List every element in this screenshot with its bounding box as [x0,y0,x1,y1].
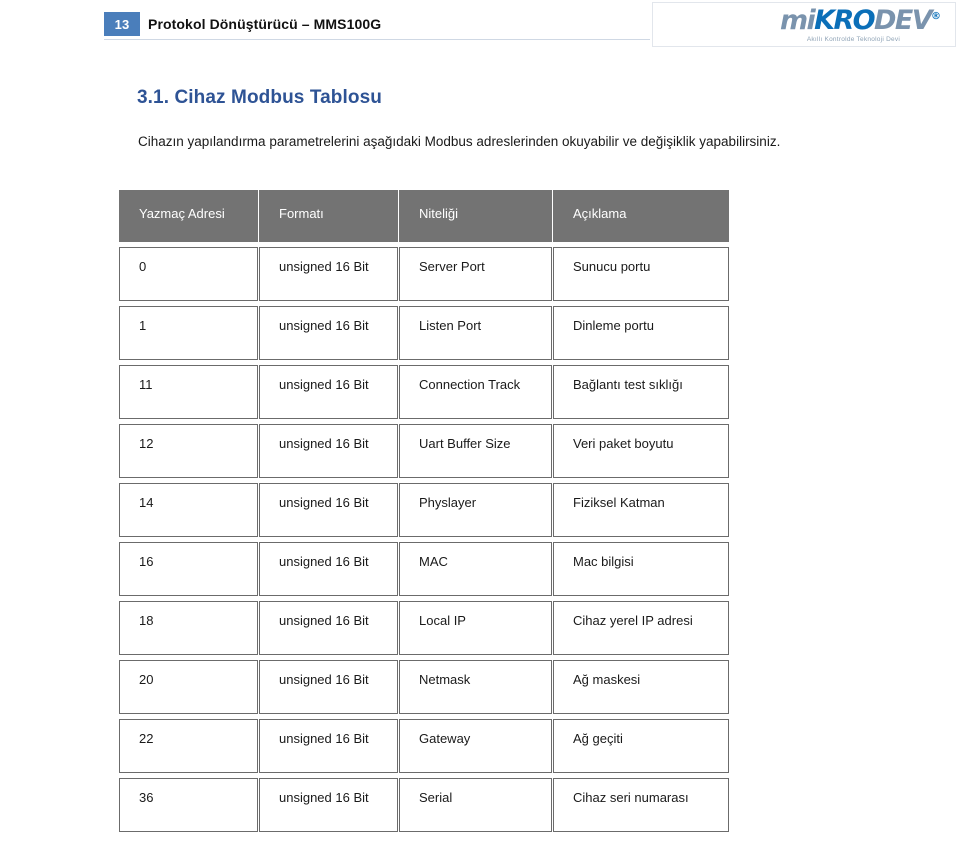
table-row: 18 unsigned 16 Bit Local IP Cihaz yerel IP … [119,601,729,655]
cell-format: unsigned 16 Bit [259,778,398,832]
table-header-row: Yazmaç Adresi Formatı Niteliği Açıklama [119,190,729,242]
cell-attribute: MAC [399,542,552,596]
cell-address: 22 [119,719,258,773]
cell-description: Dinleme portu [553,306,729,360]
cell-format: unsigned 16 Bit [259,424,398,478]
cell-description: Ağ maskesi [553,660,729,714]
cell-format: unsigned 16 Bit [259,660,398,714]
cell-description: Cihaz yerel IP adresi [553,601,729,655]
brand-logo: miKRODEV® Akıllı Kontrolde Teknoloji Dev… [780,7,941,44]
section-heading: 3.1. Cihaz Modbus Tablosu [137,87,382,108]
section-intro-text: Cihazın yapılandırma parametrelerini aşa… [138,133,781,149]
brand-wordmark: miKRODEV® [780,7,941,34]
registered-trademark-icon: ® [931,11,941,22]
cell-format: unsigned 16 Bit [259,719,398,773]
cell-format: unsigned 16 Bit [259,601,398,655]
cell-attribute: Server Port [399,247,552,301]
cell-description: Veri paket boyutu [553,424,729,478]
column-header-address: Yazmaç Adresi [119,190,258,242]
cell-format: unsigned 16 Bit [259,247,398,301]
table-row: 14 unsigned 16 Bit Physlayer Fiziksel Katma… [119,483,729,537]
table-body: 0 unsigned 16 Bit Server Port Sunucu portu 1… [119,247,729,832]
cell-address: 1 [119,306,258,360]
table-row: 36 unsigned 16 Bit Serial Cihaz seri numara… [119,778,729,832]
column-header-description: Açıklama [553,190,729,242]
cell-description: Fiziksel Katman [553,483,729,537]
cell-description: Bağlantı test sıklığı [553,365,729,419]
cell-attribute: Local IP [399,601,552,655]
cell-attribute: Uart Buffer Size [399,424,552,478]
cell-attribute: Listen Port [399,306,552,360]
brand-wordmark-part-1: mi [779,5,816,36]
cell-attribute: Serial [399,778,552,832]
cell-attribute: Connection Track [399,365,552,419]
page-number-badge: 13 [104,12,140,36]
table-head: Yazmaç Adresi Formatı Niteliği Açıklama [119,190,729,242]
table-row: 20 unsigned 16 Bit Netmask Ağ maskesi [119,660,729,714]
cell-address: 36 [119,778,258,832]
cell-format: unsigned 16 Bit [259,483,398,537]
table-row: 1 unsigned 16 Bit Listen Port Dinleme portu [119,306,729,360]
cell-address: 18 [119,601,258,655]
brand-wordmark-part-2: KRO [814,5,875,36]
cell-attribute: Netmask [399,660,552,714]
table-row: 12 unsigned 16 Bit Uart Buffer Size Veri pa… [119,424,729,478]
cell-attribute: Physlayer [399,483,552,537]
table-row: 0 unsigned 16 Bit Server Port Sunucu portu [119,247,729,301]
cell-description: Cihaz seri numarası [553,778,729,832]
table-row: 16 unsigned 16 Bit MAC Mac bilgisi [119,542,729,596]
cell-attribute: Gateway [399,719,552,773]
cell-format: unsigned 16 Bit [259,365,398,419]
brand-logo-box: miKRODEV® Akıllı Kontrolde Teknoloji Dev… [652,2,956,47]
cell-address: 11 [119,365,258,419]
modbus-register-table: Yazmaç Adresi Formatı Niteliği Açıklama … [118,185,730,837]
cell-address: 20 [119,660,258,714]
cell-address: 14 [119,483,258,537]
page-header: 13 Protokol Dönüştürücü – MMS100G miKROD… [0,0,960,56]
cell-format: unsigned 16 Bit [259,542,398,596]
header-divider [104,39,650,40]
brand-wordmark-part-3: DEV [874,5,933,36]
cell-address: 0 [119,247,258,301]
cell-description: Ağ geçiti [553,719,729,773]
column-header-format: Formatı [259,190,398,242]
column-header-attribute: Niteliği [399,190,552,242]
table-row: 22 unsigned 16 Bit Gateway Ağ geçiti [119,719,729,773]
cell-address: 12 [119,424,258,478]
cell-format: unsigned 16 Bit [259,306,398,360]
cell-description: Sunucu portu [553,247,729,301]
cell-description: Mac bilgisi [553,542,729,596]
document-header-title: Protokol Dönüştürücü – MMS100G [148,16,382,32]
table-row: 11 unsigned 16 Bit Connection Track Bağlant… [119,365,729,419]
brand-tagline: Akıllı Kontrolde Teknoloji Devi [806,36,901,43]
cell-address: 16 [119,542,258,596]
